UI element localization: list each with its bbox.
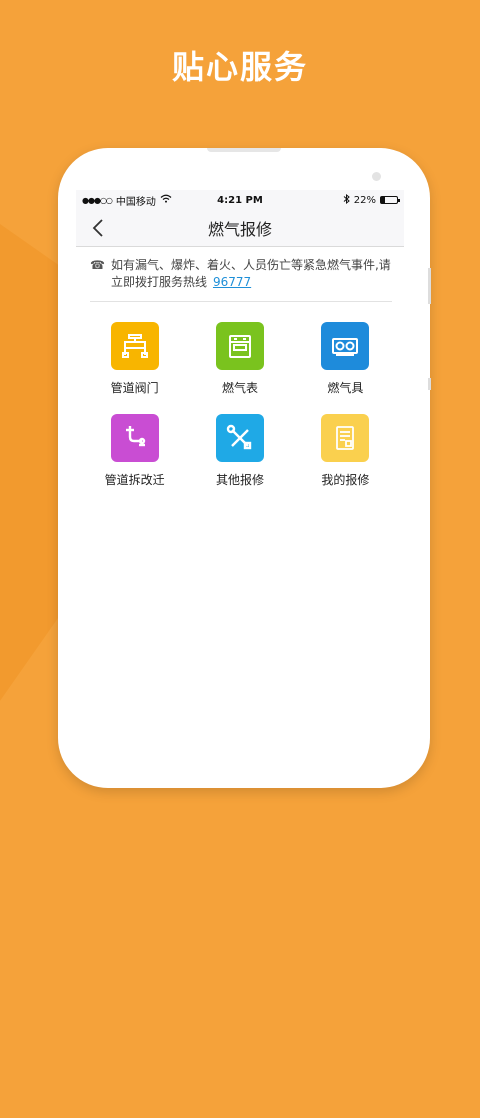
service-gas-meter[interactable]: 燃气表 [187,322,292,396]
pipe-relocation-icon [110,414,159,462]
service-label: 燃气表 [221,381,258,395]
service-other-repair[interactable]: 其他报修 [187,414,292,488]
telephone-icon: ☎ [90,258,105,272]
app-screen: ●●●○○ 中国移动 4:21 PM 22% 燃气报修 ☎ 如有漏气、爆炸、着火… [76,190,404,750]
pipe-valve-icon [110,322,159,370]
service-label: 其他报修 [215,473,264,487]
signal-icon: ●●●○○ [82,195,113,205]
bluetooth-icon [343,193,350,207]
gas-meter-icon [215,322,264,370]
service-gas-appliance[interactable]: 燃气具 [293,322,398,396]
service-grid: 管道阀门 燃气表 燃气具 管道拆改迁 其他报修 我的报修 [76,322,404,488]
nav-bar: 燃气报修 [76,210,404,247]
wifi-icon [160,194,172,206]
hotline-link[interactable]: 96777 [213,275,251,289]
chevron-left-icon [92,219,103,237]
emergency-notice: ☎ 如有漏气、爆炸、着火、人员伤亡等紧急燃气事件,请立即拨打服务热线 96777 [90,257,392,302]
service-my-repairs[interactable]: 我的报修 [293,414,398,488]
tools-icon [215,414,264,462]
service-label: 管道阀门 [110,381,159,395]
repair-record-icon [321,414,370,462]
carrier-label: 中国移动 [115,196,156,208]
battery-icon [380,196,400,204]
back-button[interactable] [86,216,110,240]
service-pipe-relocation[interactable]: 管道拆改迁 [82,414,187,488]
service-label: 我的报修 [321,473,370,487]
phone-speaker [207,148,281,152]
page-headline: 贴心服务 [171,48,308,86]
battery-percent: 22% [353,194,376,206]
phone-side-button [428,268,431,304]
service-label: 燃气具 [327,381,364,395]
page-title: 燃气报修 [207,220,272,239]
phone-camera [372,172,381,181]
service-label: 管道拆改迁 [104,473,165,487]
phone-side-button [428,378,431,390]
service-pipe-valve[interactable]: 管道阀门 [82,322,187,396]
gas-stove-icon [321,322,370,370]
status-bar: ●●●○○ 中国移动 4:21 PM 22% [76,190,404,210]
